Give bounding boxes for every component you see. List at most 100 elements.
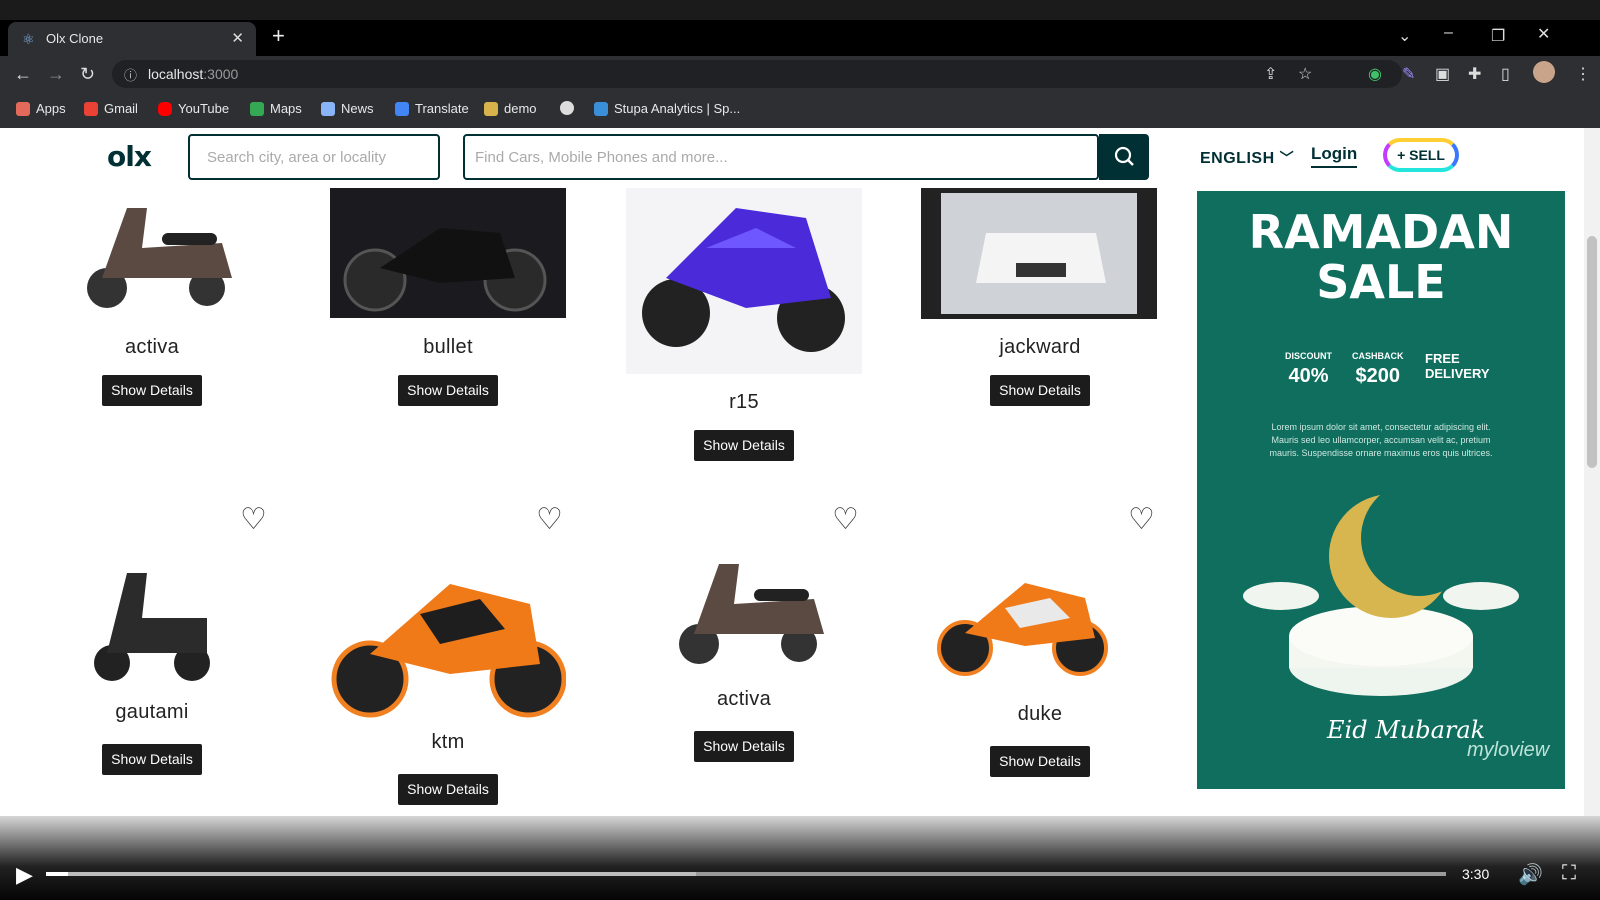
restore-icon[interactable]: ❐ <box>1491 26 1505 46</box>
window-top-edge <box>0 0 1600 20</box>
duke-bike-image <box>937 583 1108 676</box>
fullscreen-icon[interactable]: ⛶ <box>1562 862 1576 885</box>
heart-icon[interactable]: ♡ <box>1128 502 1155 537</box>
login-link[interactable]: Login <box>1311 144 1358 168</box>
product-name: activa <box>124 336 180 358</box>
ktm-bike-image <box>331 584 566 718</box>
show-details-button[interactable]: Show Details <box>398 774 498 805</box>
cashback-block: CASHBACK $200 <box>1352 351 1404 387</box>
jaguar-car-image <box>921 188 1157 319</box>
location-search-input[interactable]: Search city, area or locality <box>188 134 440 180</box>
extension-box-icon[interactable]: ▣ <box>1435 64 1450 84</box>
globe-icon <box>560 101 574 115</box>
heart-icon[interactable]: ♡ <box>832 502 859 537</box>
minimize-icon[interactable]: – <box>1444 24 1453 42</box>
product-name: bullet <box>423 336 473 358</box>
bookmark-apps[interactable]: Apps <box>16 101 66 116</box>
show-details-button[interactable]: Show Details <box>990 746 1090 777</box>
play-icon[interactable]: ▶ <box>16 862 33 888</box>
volume-icon[interactable]: 🔊 <box>1518 862 1543 887</box>
crescent-moon-icon <box>1243 486 1519 696</box>
bookmark-star-icon[interactable]: ☆ <box>1298 64 1312 84</box>
heart-icon[interactable]: ♡ <box>240 502 267 537</box>
product-name: jackward <box>999 336 1081 358</box>
close-window-icon[interactable]: ✕ <box>1537 24 1550 44</box>
url-text: localhost:3000 <box>148 66 239 82</box>
language-selector[interactable]: ENGLISH ﹀ <box>1200 148 1294 168</box>
search-icon <box>1114 146 1134 166</box>
menu-kebab-icon[interactable]: ⋮ <box>1575 64 1591 84</box>
progress-fill <box>46 872 69 876</box>
product-name: activa <box>716 688 772 710</box>
bookmark-news[interactable]: News <box>321 101 374 116</box>
show-details-button[interactable]: Show Details <box>990 375 1090 406</box>
video-controls <box>0 816 1600 900</box>
bookmark-maps[interactable]: Maps <box>250 101 302 116</box>
myloview-watermark: myloview <box>1467 739 1550 761</box>
product-search-input[interactable]: Find Cars, Mobile Phones and more... <box>463 134 1099 180</box>
product-name: gautami <box>115 701 189 723</box>
apps-grid-icon <box>16 101 30 116</box>
sell-button[interactable]: + SELL <box>1383 138 1459 172</box>
banner-body-text: Lorem ipsum dolor sit amet, consectetur … <box>1269 422 1493 458</box>
show-details-button[interactable]: Show Details <box>694 430 794 461</box>
tab-search-icon[interactable]: ⌄ <box>1398 26 1411 46</box>
side-panel-icon[interactable]: ▯ <box>1501 64 1510 84</box>
extension-pen-icon[interactable]: ✎ <box>1402 64 1415 84</box>
omnibox[interactable]: ⓘ localhost:3000 ⇪ ☆ <box>112 60 1402 88</box>
bookmark-globe[interactable] <box>560 101 574 115</box>
video-time: 3:30 <box>1462 866 1490 882</box>
share-icon[interactable]: ⇪ <box>1264 64 1277 84</box>
tab-bar: ⚛ Olx Clone ✕ + ⌄ – ❐ ✕ <box>0 20 1600 56</box>
scooter-image <box>679 564 824 664</box>
banner-title: RAMADAN SALE <box>1248 205 1514 309</box>
bookmark-translate[interactable]: Translate <box>395 101 469 116</box>
page-scrollbar[interactable] <box>1584 128 1600 816</box>
olx-page: olx Search city, area or locality Find C… <box>0 128 1600 816</box>
show-details-button[interactable]: Show Details <box>694 731 794 762</box>
profile-avatar-icon[interactable] <box>1533 61 1555 83</box>
new-tab-icon[interactable]: + <box>272 23 285 49</box>
address-bar-row: ← → ↻ ⓘ localhost:3000 ⇪ ☆ ◉ ✎ ▣ ✚ ▯ ⋮ <box>0 56 1600 92</box>
chevron-down-icon: ﹀ <box>1279 150 1295 166</box>
product-name: ktm <box>431 731 465 753</box>
maps-icon <box>250 101 264 116</box>
extensions-puzzle-icon[interactable]: ✚ <box>1468 64 1481 84</box>
news-icon <box>321 101 335 116</box>
show-details-button[interactable]: Show Details <box>102 744 202 775</box>
scrollbar-thumb[interactable] <box>1587 236 1597 468</box>
react-icon: ⚛ <box>22 31 35 47</box>
buffered-bar <box>46 872 696 876</box>
free-delivery-block: FREE DELIVERY <box>1425 351 1490 381</box>
scooter-image <box>87 208 232 308</box>
forward-icon[interactable]: → <box>47 64 65 85</box>
eid-mubarak-text: Eid Mubarak <box>1327 716 1486 744</box>
bookmark-stupa[interactable]: Stupa Analytics | Sp... <box>594 101 740 116</box>
bookmarks-bar: Apps Gmail YouTube Maps News Translate d… <box>0 92 1600 128</box>
close-tab-icon[interactable]: ✕ <box>231 29 244 47</box>
bullet-bike-image <box>330 188 566 318</box>
bookmark-demo[interactable]: demo <box>484 101 537 116</box>
back-icon[interactable]: ← <box>14 64 32 85</box>
search-button[interactable] <box>1099 134 1149 180</box>
product-name: duke <box>1017 703 1063 725</box>
folder-icon <box>484 101 498 116</box>
tab-title: Olx Clone <box>46 31 104 46</box>
olx-logo[interactable]: olx <box>107 140 152 173</box>
bookmark-gmail[interactable]: Gmail <box>84 101 138 116</box>
video-progress-bar[interactable] <box>46 872 1446 876</box>
extension-circle-icon[interactable]: ◉ <box>1368 64 1382 84</box>
bookmark-youtube[interactable]: YouTube <box>158 101 229 116</box>
heart-icon[interactable]: ♡ <box>536 502 563 537</box>
product-name: r15 <box>729 391 759 413</box>
show-details-button[interactable]: Show Details <box>398 375 498 406</box>
show-details-button[interactable]: Show Details <box>102 375 202 406</box>
site-info-icon[interactable]: ⓘ <box>124 65 137 84</box>
gmail-icon <box>84 101 98 116</box>
scooter-image <box>94 573 210 681</box>
reload-icon[interactable]: ↻ <box>80 64 95 85</box>
youtube-icon <box>158 101 172 116</box>
ramadan-sale-banner[interactable]: RAMADAN SALE DISCOUNT 40% CASHBACK $200 FRE… <box>1197 191 1565 789</box>
discount-block: DISCOUNT 40% <box>1285 351 1332 387</box>
tab-olx-clone[interactable]: ⚛ Olx Clone ✕ <box>8 22 256 56</box>
